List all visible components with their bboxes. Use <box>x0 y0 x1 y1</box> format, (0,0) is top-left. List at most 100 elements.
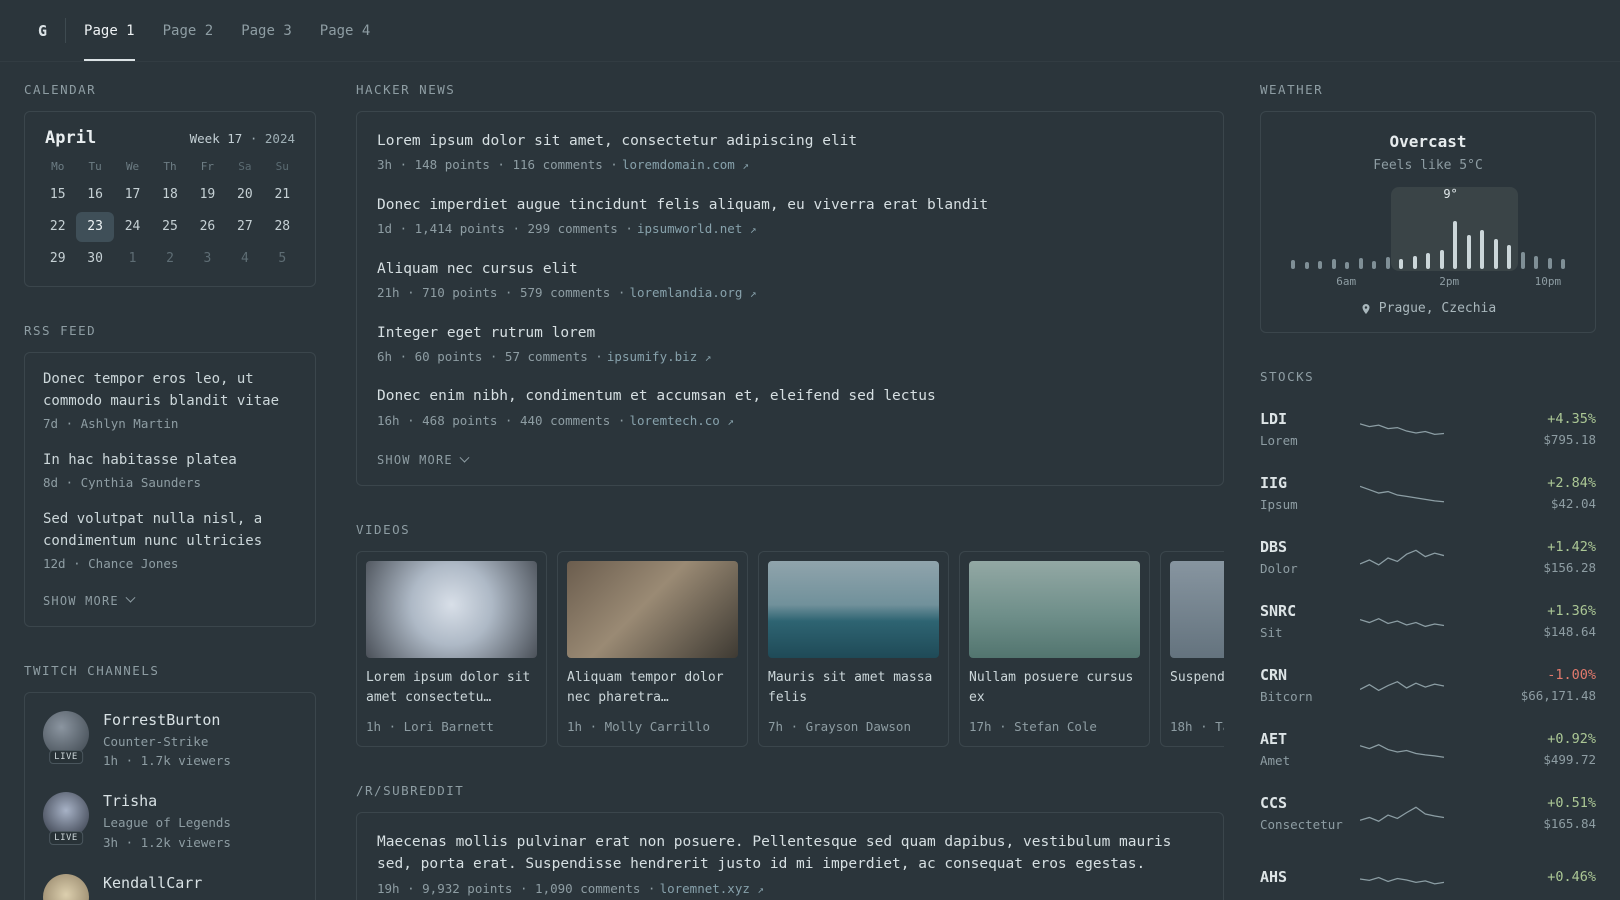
hn-item-title[interactable]: Lorem ipsum dolor sit amet, consectetur … <box>377 130 1203 152</box>
rss-item-title[interactable]: In hac habitasse platea <box>43 450 297 472</box>
rss-show-more-button[interactable]: SHOW MORE <box>43 590 136 614</box>
weather-card: Overcast Feels like 5°C 9° 6am 2pm 10pm Pra… <box>1260 111 1596 333</box>
channel-name: ForrestBurton <box>103 710 221 729</box>
stock-figures: +0.51% $165.84 <box>1543 795 1596 833</box>
calendar-day: 16 <box>87 187 103 202</box>
calendar-day: 24 <box>124 219 141 234</box>
twitch-widget-title: TWITCH CHANNELS <box>24 662 160 678</box>
top-nav-bar: G Page 1 Page 2 Page 3 Page 4 <box>0 0 1620 62</box>
stock-row[interactable]: AHS +0.46% <box>1260 846 1596 900</box>
hn-item-title[interactable]: Aliquam nec cursus elit <box>377 258 1203 280</box>
chevron-down-icon <box>459 452 470 463</box>
hn-item-title[interactable]: Donec enim nibh, condimentum et accumsan… <box>377 385 1203 407</box>
stock-price: $165.84 <box>1543 815 1596 831</box>
calendar-day: 20 <box>237 187 253 202</box>
weather-bar <box>1304 262 1309 269</box>
stock-sparkline <box>1360 806 1444 822</box>
weather-bar <box>1385 257 1390 269</box>
stock-row[interactable]: IIG Ipsum +2.84% $42.04 <box>1260 462 1596 526</box>
video-meta: 7h · Grayson Dawson <box>768 719 911 735</box>
video-title[interactable]: Suspendisse diam <box>1170 668 1224 709</box>
stock-change: +4.35% <box>1547 410 1596 427</box>
show-more-label: SHOW MORE <box>377 453 453 468</box>
twitch-channel-link[interactable]: LIVE KendallCarr <box>43 874 297 900</box>
weather-bar <box>1480 230 1484 269</box>
stock-change: +0.51% <box>1547 794 1596 811</box>
hn-item-meta: 16h · 468 points · 440 comments · loremte… <box>377 411 1203 430</box>
video-title[interactable]: Lorem ipsum dolor sit amet consectetu… <box>366 668 537 709</box>
calendar-day: 25 <box>162 219 178 234</box>
stock-figures: +1.42% $156.28 <box>1543 539 1596 577</box>
hn-item-domain-link[interactable]: loremtech.co ↗ <box>629 413 733 428</box>
stock-name: Sit <box>1260 624 1283 640</box>
video-thumbnail[interactable] <box>768 561 939 659</box>
video-title[interactable]: Aliquam tempor dolor nec pharetra… <box>567 668 738 709</box>
weather-bar <box>1534 256 1538 269</box>
external-link-icon: ↗ <box>757 882 765 896</box>
twitch-channel-link[interactable]: LIVE ForrestBurton Counter-Strike 1h · 1.7k… <box>43 710 297 771</box>
subreddit-post-meta: 19h · 9,932 points · 1,090 comments · lor… <box>377 879 1203 898</box>
video-title[interactable]: Nullam posuere cursus ex <box>969 668 1140 709</box>
rss-card: Donec tempor eros leo, ut commodo mauris… <box>24 352 316 627</box>
hn-item-meta: 3h · 148 points · 116 comments · loremdom… <box>377 155 1203 174</box>
tab-page-4[interactable]: Page 4 <box>320 0 371 61</box>
tab-page-1[interactable]: Page 1 <box>84 0 135 61</box>
hackernews-show-more-button[interactable]: SHOW MORE <box>377 449 470 473</box>
weather-bar <box>1547 258 1552 269</box>
video-card: Suspendisse diam 18h · Tara <box>1160 551 1224 747</box>
stock-sparkline <box>1360 549 1444 566</box>
hn-item-domain-link[interactable]: ipsumify.biz ↗ <box>607 349 711 364</box>
stock-price: $795.18 <box>1543 431 1596 447</box>
weather-bar <box>1439 250 1444 269</box>
tab-page-3[interactable]: Page 3 <box>241 0 292 61</box>
video-meta: 1h · Lori Barnett <box>366 719 494 735</box>
hn-item-title[interactable]: Integer eget rutrum lorem <box>377 322 1203 344</box>
stock-name: Bitcorn <box>1260 688 1313 704</box>
chevron-down-icon <box>125 592 136 603</box>
rss-widget-title: RSS FEED <box>24 323 97 338</box>
stock-ticker: IIG <box>1260 473 1288 492</box>
stock-row[interactable]: CCS Consectetur +0.51% $165.84 <box>1260 782 1596 846</box>
stock-figures: +2.84% $42.04 <box>1547 475 1596 513</box>
twitch-channel-link[interactable]: LIVE Trisha League of Legends 3h · 1.2k vie… <box>43 792 297 852</box>
external-link-icon: ↗ <box>749 223 757 237</box>
calendar-week-label: Week 17 · 2024 <box>190 131 295 146</box>
rss-item-title[interactable]: Sed volutpat nulla nisl, a condimentum n… <box>43 509 297 552</box>
stock-name: Lorem <box>1260 432 1298 448</box>
hn-item-meta: 21h · 710 points · 579 comments · loremla… <box>377 283 1203 302</box>
video-thumbnail[interactable] <box>366 561 537 659</box>
subreddit-post-domain-link[interactable]: loremnet.xyz ↗ <box>660 881 764 896</box>
calendar-day: 30 <box>87 251 103 266</box>
live-badge: LIVE <box>49 831 83 846</box>
tab-page-2[interactable]: Page 2 <box>163 0 214 61</box>
stock-row[interactable]: AET Amet +0.92% $499.72 <box>1260 718 1596 782</box>
stock-row[interactable]: DBS Dolor +1.42% $156.28 <box>1260 526 1596 590</box>
hn-item-domain-link[interactable]: ipsumworld.net ↗ <box>637 221 757 236</box>
videos-widget-title: VIDEOS <box>356 522 411 538</box>
stock-change: +0.92% <box>1547 730 1596 747</box>
weekday-label: We <box>125 160 140 173</box>
subreddit-post-title[interactable]: Maecenas mollis pulvinar erat non posuer… <box>377 831 1203 876</box>
video-thumbnail[interactable] <box>969 561 1140 659</box>
channel-info: Trisha League of Legends 3h · 1.2k viewers <box>103 792 231 852</box>
weekday-label: Mo <box>51 160 65 173</box>
app-logo[interactable]: G <box>36 0 57 61</box>
hn-item-domain-link[interactable]: loremdomain.com ↗ <box>622 157 749 172</box>
stock-row[interactable]: LDI Lorem +4.35% $795.18 <box>1260 398 1596 462</box>
hn-item-domain-link[interactable]: loremlandia.org ↗ <box>629 285 756 300</box>
peak-temperature-label: 9° <box>1443 187 1458 201</box>
time-label: 6am <box>1336 275 1357 288</box>
video-thumbnail[interactable] <box>567 561 738 659</box>
stock-row[interactable]: CRN Bitcorn -1.00% $66,171.48 <box>1260 654 1596 718</box>
stock-row[interactable]: SNRC Sit +1.36% $148.64 <box>1260 590 1596 654</box>
stock-identity: DBS Dolor <box>1260 538 1360 578</box>
rss-item-title[interactable]: Donec tempor eros leo, ut commodo mauris… <box>43 369 297 412</box>
weather-bar <box>1372 261 1376 269</box>
calendar-day: 4 <box>240 251 249 266</box>
weather-bar <box>1291 260 1295 269</box>
rss-list: Donec tempor eros leo, ut commodo mauris… <box>43 369 297 574</box>
video-title[interactable]: Mauris sit amet massa felis <box>768 668 939 709</box>
video-thumbnail[interactable] <box>1170 561 1224 659</box>
hn-item-title[interactable]: Donec imperdiet augue tincidunt felis al… <box>377 194 1203 216</box>
weather-bar <box>1507 245 1511 269</box>
